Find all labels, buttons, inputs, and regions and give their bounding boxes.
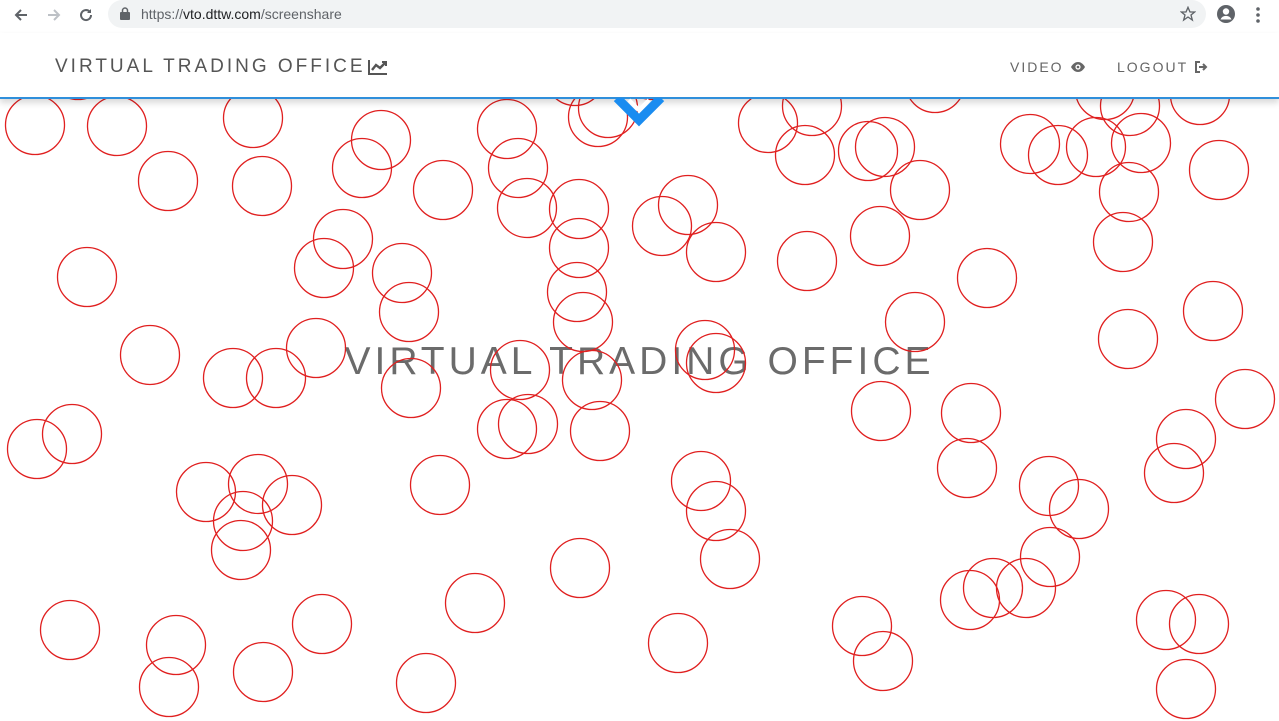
decorative-circle bbox=[231, 155, 293, 217]
nav-video-link[interactable]: VIDEO bbox=[1010, 59, 1086, 75]
decorative-circle bbox=[285, 317, 347, 379]
decorative-circle bbox=[685, 221, 747, 283]
decorative-circle bbox=[884, 291, 946, 353]
decorative-circle bbox=[1188, 139, 1250, 201]
decorative-circle bbox=[561, 349, 623, 411]
decorative-circle bbox=[380, 357, 442, 419]
decorative-circle bbox=[674, 319, 736, 381]
decorative-circle bbox=[1182, 280, 1244, 342]
decorative-circle bbox=[940, 382, 1002, 444]
nav-video-label: VIDEO bbox=[1010, 59, 1064, 75]
decorative-circle bbox=[331, 137, 393, 199]
decorative-circle bbox=[831, 595, 893, 657]
decorative-circle bbox=[685, 480, 747, 542]
decorative-circle bbox=[232, 641, 294, 703]
decorative-circle bbox=[39, 599, 101, 661]
decorative-circle bbox=[261, 474, 323, 536]
decorative-circle bbox=[1097, 308, 1159, 370]
nav-logout-label: LOGOUT bbox=[1117, 59, 1189, 75]
line-chart-icon bbox=[367, 60, 387, 75]
decorative-circle bbox=[138, 656, 200, 718]
decorative-circle bbox=[1168, 593, 1230, 655]
decorative-circle bbox=[956, 247, 1018, 309]
decorative-circle bbox=[699, 528, 761, 590]
decorative-circle bbox=[849, 205, 911, 267]
decorative-circle bbox=[119, 324, 181, 386]
decorative-circle bbox=[145, 614, 207, 676]
decorative-circle bbox=[497, 393, 559, 455]
decorative-circle bbox=[378, 281, 440, 343]
decorative-circle bbox=[1155, 408, 1217, 470]
decorative-circle bbox=[41, 403, 103, 465]
decorative-circle bbox=[371, 242, 433, 304]
decorative-circle bbox=[4, 94, 66, 156]
sign-out-icon bbox=[1195, 61, 1208, 73]
decorative-circle bbox=[549, 537, 611, 599]
brand-text: VIRTUAL TRADING OFFICE bbox=[55, 56, 366, 77]
decorative-circle bbox=[657, 174, 719, 236]
nav-logout-link[interactable]: LOGOUT bbox=[1117, 59, 1208, 75]
decorative-circle bbox=[889, 159, 951, 221]
decorative-circle bbox=[245, 347, 307, 409]
site-header: VIRTUAL TRADING OFFICE VIDEO LOGOUT bbox=[0, 33, 1279, 99]
decorative-circle bbox=[476, 98, 538, 160]
decorative-circle bbox=[1135, 589, 1197, 651]
decorative-circle bbox=[409, 454, 471, 516]
decorative-circle bbox=[444, 572, 506, 634]
decorative-circle bbox=[685, 332, 747, 394]
chevron-down-icon[interactable] bbox=[609, 98, 669, 128]
decorative-circle bbox=[1155, 658, 1217, 720]
decorative-circle bbox=[496, 177, 558, 239]
decorative-circle bbox=[227, 453, 289, 515]
decorative-circle bbox=[569, 400, 631, 462]
decorative-circle bbox=[202, 347, 264, 409]
decorative-circle bbox=[291, 593, 353, 655]
decorative-circle bbox=[546, 261, 608, 323]
decorative-circle bbox=[476, 398, 538, 460]
decorative-circle bbox=[647, 612, 709, 674]
decorative-circle bbox=[670, 450, 732, 512]
decorative-circle bbox=[939, 569, 1001, 631]
brand-link[interactable]: VIRTUAL TRADING OFFICE bbox=[55, 56, 388, 78]
decorative-circle bbox=[850, 380, 912, 442]
decorative-circle bbox=[137, 150, 199, 212]
eye-icon bbox=[1070, 62, 1085, 72]
decorative-circle bbox=[631, 195, 693, 257]
decorative-circle bbox=[395, 652, 457, 714]
decorative-circle bbox=[548, 178, 610, 240]
decorative-circle bbox=[487, 137, 549, 199]
decorative-circle bbox=[56, 246, 118, 308]
decorative-circle bbox=[1019, 526, 1081, 588]
decorative-circle bbox=[350, 109, 412, 171]
decorative-circle bbox=[852, 630, 914, 692]
decorative-circle bbox=[1214, 368, 1276, 430]
decorative-circle bbox=[175, 461, 237, 523]
decorative-circle bbox=[6, 418, 68, 480]
decorative-circle bbox=[86, 95, 148, 157]
decorative-circle bbox=[995, 557, 1057, 619]
decorative-circle bbox=[412, 159, 474, 221]
decorative-circle bbox=[552, 291, 614, 353]
decorative-circle bbox=[936, 437, 998, 499]
decorative-circle bbox=[489, 339, 551, 401]
decorative-circle bbox=[1143, 442, 1205, 504]
decorative-circle bbox=[776, 230, 838, 292]
decorative-circle bbox=[962, 557, 1024, 619]
